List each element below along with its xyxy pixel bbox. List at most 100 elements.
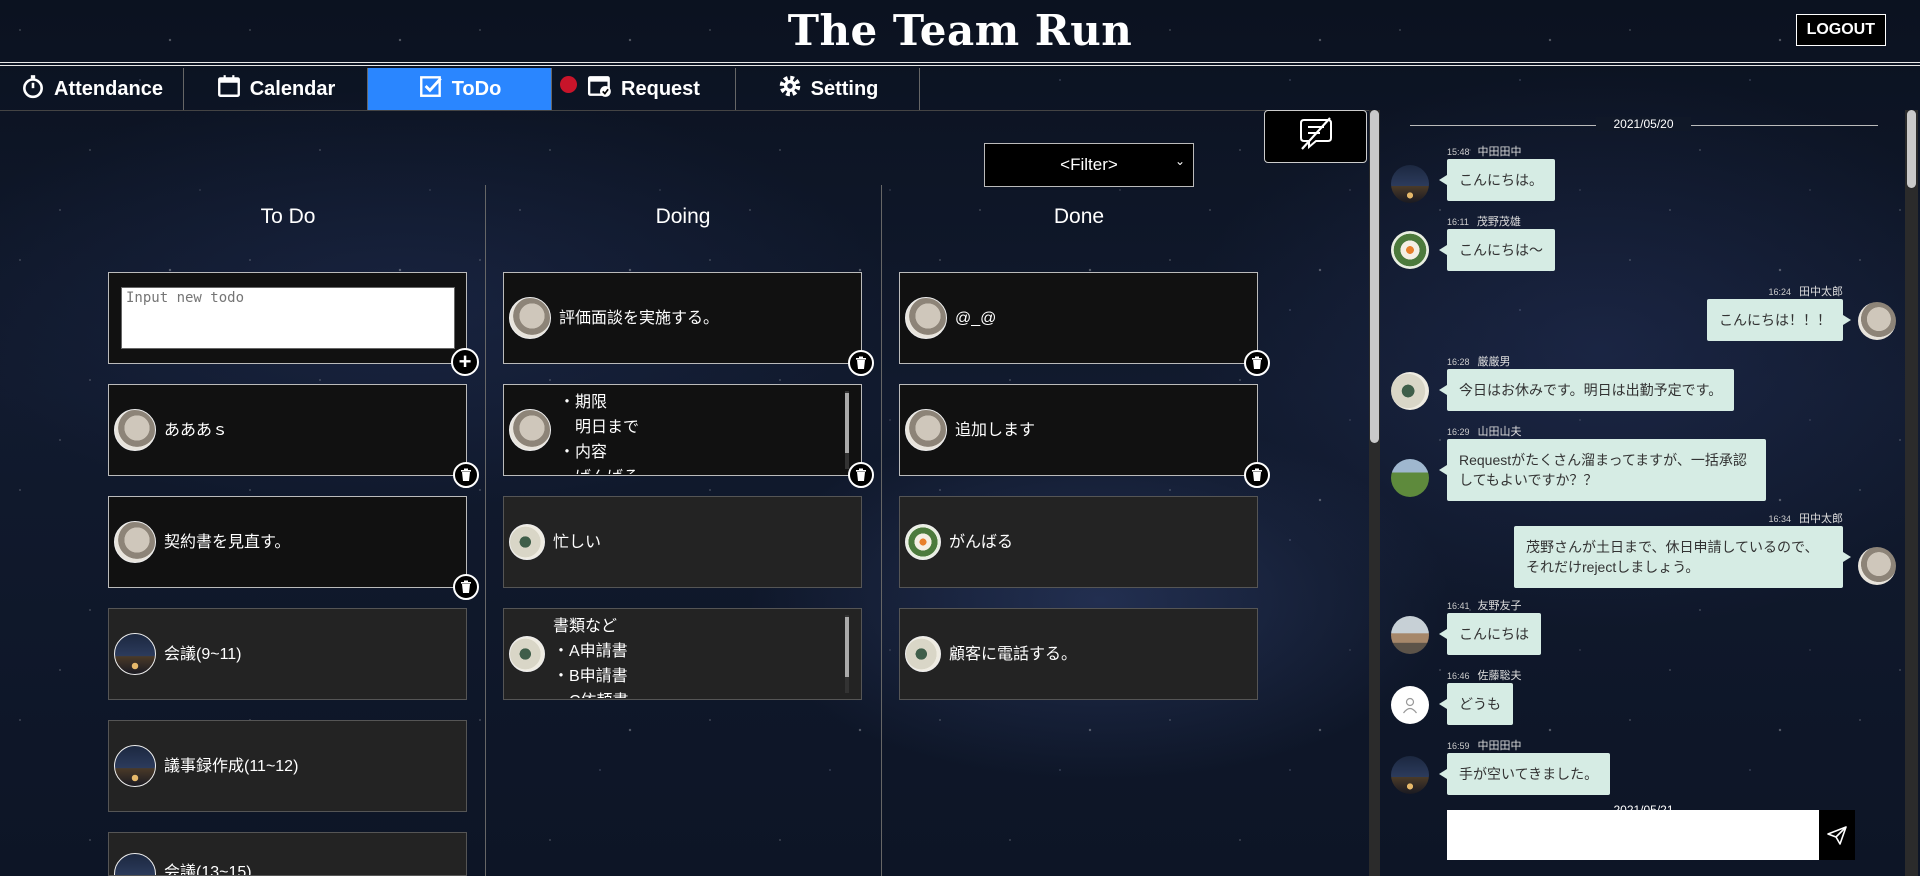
avatar — [114, 633, 156, 675]
chat-message-self: 16:34 田中太郎 茂野さんが土日まで、休日申請しているので、それだけrejec… — [1514, 510, 1851, 588]
gear-icon — [777, 73, 803, 105]
done-card[interactable]: 追加します — [899, 384, 1270, 488]
avatar — [114, 521, 156, 563]
doing-text: ・期限 明日まで ・内容 ・ばんばる — [559, 394, 640, 474]
todo-card[interactable]: 会議(13~15) — [108, 832, 467, 876]
avatar — [905, 297, 947, 339]
chevron-down-icon: ⌄ — [1174, 154, 1185, 168]
tab-calendar[interactable]: Calendar — [184, 68, 368, 110]
message-bubble: こんにちは — [1439, 613, 1541, 655]
delete-button[interactable] — [1244, 350, 1270, 376]
doing-card[interactable]: ・期限 明日まで ・内容 ・ばんばる — [503, 384, 874, 488]
card-scroll-thumb[interactable] — [845, 393, 849, 453]
chat-off-icon — [1296, 116, 1336, 157]
send-icon — [1827, 826, 1847, 845]
column-title-doing: Doing — [655, 205, 711, 228]
done-card[interactable]: がんばる — [899, 496, 1258, 588]
delete-button[interactable] — [453, 462, 479, 488]
avatar — [1858, 547, 1896, 585]
delete-button[interactable] — [1244, 462, 1270, 488]
avatar — [1391, 616, 1429, 654]
message-time: 16:11 — [1447, 217, 1469, 227]
trash-icon — [856, 356, 866, 369]
tab-todo[interactable]: ToDo — [368, 68, 552, 110]
message-meta: 16:46 佐藤聡夫 — [1447, 667, 1522, 683]
tab-label: Calendar — [249, 77, 336, 100]
doing-card[interactable]: 書類など ・A申請書 ・B申請書 ・C依頼書 — [503, 608, 862, 700]
nav-divider — [0, 110, 1370, 111]
column-divider — [881, 185, 882, 876]
message-time: 16:41 — [1447, 601, 1470, 611]
message-sender: 友野友子 — [1477, 600, 1522, 612]
message-time: 16:34 — [1768, 514, 1791, 524]
done-text: 顧客に電話する。 — [949, 645, 1078, 663]
tab-setting[interactable]: Setting — [736, 68, 920, 110]
message-meta: 16:28 厳厳男 — [1447, 353, 1734, 369]
add-todo-button[interactable]: + — [451, 348, 479, 376]
avatar — [1391, 686, 1429, 724]
chat-message-input[interactable] — [1447, 810, 1819, 860]
todo-text: 議事録作成(11~12) — [164, 757, 299, 775]
chat-message: 16:29 山田山夫 Requestがたくさん溜まってますが、一括承認してもよいで… — [1439, 423, 1766, 501]
avatar — [1391, 372, 1429, 410]
message-meta: 16:29 山田山夫 — [1447, 423, 1766, 439]
delete-button[interactable] — [453, 574, 479, 600]
avatar — [114, 745, 156, 787]
delete-button[interactable] — [848, 350, 874, 376]
chat-message: 16:11 茂野茂雄 こんにちは〜 — [1439, 213, 1555, 271]
tab-label: Setting — [810, 77, 879, 100]
chat-date: 2021/05/20 — [1596, 117, 1691, 131]
message-sender: 田中太郎 — [1799, 513, 1843, 525]
filter-select[interactable]: <Filter> ⌄ — [984, 143, 1194, 187]
tab-label: Request — [621, 77, 700, 100]
chat-message: 16:46 佐藤聡夫 どうも — [1439, 667, 1522, 725]
done-card[interactable]: 顧客に電話する。 — [899, 608, 1258, 700]
main-nav: Attendance Calendar ToDo Request Setting — [0, 68, 920, 110]
avatar — [1391, 165, 1429, 203]
todo-card[interactable]: あああｓ — [108, 384, 479, 488]
tab-attendance[interactable]: Attendance — [0, 68, 184, 110]
done-text: 追加します — [955, 421, 1036, 439]
chat-message: 16:28 厳厳男 今日はお休みです。明日は出勤予定です。 — [1438, 353, 1735, 411]
message-sender: 茂野茂雄 — [1476, 216, 1521, 228]
logout-button[interactable]: LOGOUT — [1795, 14, 1886, 46]
person-icon — [1403, 697, 1417, 714]
message-meta: 16:11 茂野茂雄 — [1447, 213, 1555, 229]
done-card[interactable]: @_@ — [899, 272, 1270, 376]
todo-card[interactable]: 会議(9~11) — [108, 608, 467, 700]
card-scroll-thumb[interactable] — [845, 617, 849, 677]
avatar — [905, 524, 941, 560]
todo-text: あああｓ — [164, 421, 229, 439]
message-time: 16:28 — [1447, 357, 1470, 367]
doing-card[interactable]: 評価面談を実施する。 — [503, 272, 874, 376]
new-todo-input[interactable] — [121, 287, 455, 349]
trash-icon — [461, 468, 471, 481]
message-sender: 厳厳男 — [1477, 356, 1511, 368]
board-scrollbar[interactable] — [1369, 110, 1380, 876]
chat-toggle-button[interactable] — [1264, 110, 1367, 163]
message-sender: 山田山夫 — [1477, 426, 1522, 438]
message-meta: 16:41 友野友子 — [1447, 597, 1541, 613]
message-bubble: どうも — [1439, 683, 1513, 725]
chat-message-self: 16:24 田中太郎 こんにちは！！！ — [1707, 283, 1851, 341]
delete-button[interactable] — [848, 462, 874, 488]
avatar — [114, 853, 156, 875]
send-button[interactable] — [1819, 810, 1855, 860]
trash-icon — [1252, 356, 1262, 369]
todo-card[interactable]: 議事録作成(11~12) — [108, 720, 467, 812]
doing-text: 評価面談を実施する。 — [559, 309, 720, 327]
message-meta: 16:59 中田田中 — [1447, 737, 1610, 753]
chat-scrollbar[interactable] — [1905, 110, 1918, 876]
request-icon — [587, 73, 613, 105]
checkbox-icon — [418, 73, 444, 105]
doing-card[interactable]: 忙しい — [503, 496, 862, 588]
chat-scroll-thumb[interactable] — [1907, 110, 1916, 188]
message-bubble: こんにちは。 — [1439, 159, 1555, 201]
chat-message: 16:59 中田田中 手が空いてきました。 — [1438, 737, 1611, 795]
todo-card[interactable]: 契約書を見直す。 — [108, 496, 479, 600]
avatar — [114, 409, 156, 451]
board-scroll-thumb[interactable] — [1370, 110, 1379, 443]
message-bubble: こんにちは〜 — [1439, 229, 1555, 271]
avatar — [905, 409, 947, 451]
tab-request[interactable]: Request — [552, 68, 736, 110]
